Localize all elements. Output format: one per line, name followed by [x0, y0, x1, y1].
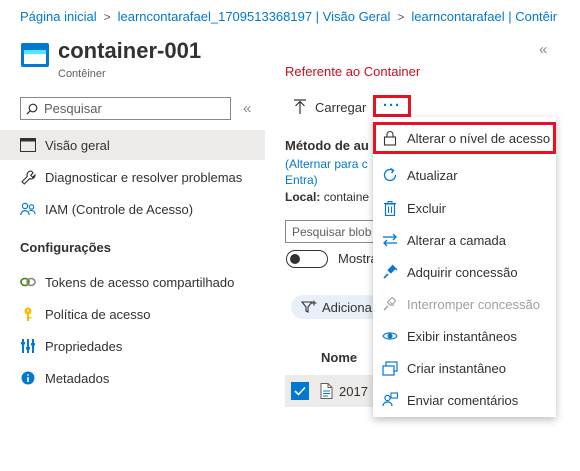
sidebar-item-label: Propriedades	[45, 338, 123, 354]
swap-icon	[381, 231, 399, 249]
sidebar-item-iam[interactable]: IAM (Controle de Acesso)	[0, 194, 265, 224]
info-icon	[20, 370, 36, 386]
sidebar-item-label: Visão geral	[45, 137, 110, 153]
more-actions-menu: Alterar o nível de acesso Atualizar Excl…	[373, 117, 556, 417]
more-actions-button[interactable]: ···	[373, 95, 411, 117]
section-header: Referente ao Container	[285, 64, 421, 79]
menu-item-refresh[interactable]: Atualizar	[373, 159, 556, 191]
breadcrumb-home[interactable]: Página inicial	[20, 9, 97, 24]
auth-method-label: Método de au	[285, 138, 369, 153]
menu-item-change-access-level[interactable]: Alterar o nível de acesso	[373, 122, 556, 154]
upload-button[interactable]: Carregar	[293, 99, 366, 115]
lock-icon	[381, 129, 399, 147]
breadcrumb-storage-account-overview[interactable]: learncontarafael_1709513368197 | Visão G…	[118, 9, 391, 24]
overview-icon	[20, 137, 36, 153]
sidebar-search[interactable]	[20, 97, 231, 120]
feedback-icon	[381, 391, 399, 409]
upload-icon	[294, 99, 306, 114]
breadcrumb-separator: >	[397, 9, 405, 24]
menu-item-label: Alterar a camada	[407, 232, 506, 248]
sidebar-item-access-policy[interactable]: Política de acesso	[0, 299, 265, 329]
sidebar-item-diagnose[interactable]: Diagnosticar e resolver problemas	[0, 162, 265, 192]
sidebar-item-label: Tokens de acesso compartilhado	[45, 274, 235, 290]
file-name: 2017	[339, 383, 368, 399]
location-line: Local: containe	[285, 190, 369, 204]
upload-label: Carregar	[315, 99, 367, 115]
menu-item-view-snapshots[interactable]: Exibir instantâneos	[373, 320, 556, 352]
filter-add-icon	[301, 300, 317, 313]
container-icon	[21, 43, 49, 67]
file-icon	[320, 383, 333, 399]
people-icon	[20, 201, 36, 217]
sidebar-item-properties[interactable]: Propriedades	[0, 331, 265, 361]
sidebar-section-settings: Configurações	[20, 240, 112, 255]
collapse-panel-button[interactable]: «	[539, 41, 547, 58]
wrench-icon	[20, 169, 36, 185]
add-filter-button[interactable]: Adiciona	[291, 295, 381, 319]
menu-item-label: Enviar comentários	[407, 392, 519, 408]
sidebar-item-label: Metadados	[45, 370, 110, 386]
snapshot-icon	[381, 359, 399, 377]
menu-item-create-snapshot[interactable]: Criar instantâneo	[373, 352, 556, 384]
menu-item-label: Criar instantâneo	[407, 360, 506, 376]
location-label: Local:	[285, 190, 321, 204]
page-subtitle: Contêiner	[58, 68, 106, 80]
menu-item-label: Atualizar	[407, 167, 458, 183]
show-deleted-toggle[interactable]	[286, 250, 328, 268]
menu-item-label: Exibir instantâneos	[407, 328, 517, 344]
menu-item-label: Adquirir concessão	[407, 264, 518, 280]
switch-auth-link[interactable]: (Alternar para c Entra)	[285, 156, 375, 188]
toggle-knob	[290, 254, 300, 264]
menu-item-label: Alterar o nível de acesso	[407, 130, 551, 146]
collapse-sidebar-button[interactable]: «	[243, 100, 251, 117]
sidebar-item-overview[interactable]: Visão geral	[0, 130, 265, 160]
breadcrumb-separator: >	[103, 9, 111, 24]
sidebar-search-input[interactable]	[44, 101, 224, 116]
eye-icon	[381, 327, 399, 345]
sidebar-item-label: Diagnosticar e resolver problemas	[45, 169, 243, 185]
sidebar-item-metadata[interactable]: Metadados	[0, 363, 265, 393]
sidebar-item-label: Política de acesso	[45, 306, 151, 322]
page-header: container-001 Contêiner	[20, 38, 201, 80]
menu-item-acquire-lease[interactable]: Adquirir concessão	[373, 256, 556, 288]
page-title: container-001	[58, 38, 202, 63]
blob-search-input[interactable]: Pesquisar blob	[285, 220, 385, 243]
menu-item-label: Excluir	[407, 200, 447, 216]
key-icon	[20, 306, 36, 322]
toggle-label: Mostra	[338, 251, 378, 266]
column-header-name[interactable]: Nome	[321, 350, 357, 365]
table-row[interactable]: 2017	[285, 375, 380, 407]
link-icon	[20, 274, 36, 290]
menu-item-send-feedback[interactable]: Enviar comentários	[373, 384, 556, 416]
breadcrumb-containers[interactable]: learncontarafael | Contêir	[411, 9, 557, 24]
refresh-icon	[381, 166, 399, 184]
menu-item-label: Interromper concessão	[407, 296, 540, 312]
break-lease-icon	[381, 295, 399, 313]
checkmark-icon	[294, 386, 306, 396]
location-value: containe	[323, 190, 370, 204]
properties-icon	[20, 338, 36, 354]
acquire-lease-icon	[381, 263, 399, 281]
trash-icon	[381, 199, 399, 217]
menu-item-break-lease[interactable]: Interromper concessão	[373, 288, 556, 320]
add-filter-label: Adiciona	[322, 299, 372, 315]
sidebar-item-shared-access-tokens[interactable]: Tokens de acesso compartilhado	[0, 267, 265, 297]
sidebar-item-label: IAM (Controle de Acesso)	[45, 201, 194, 217]
menu-item-delete[interactable]: Excluir	[373, 192, 556, 224]
menu-item-change-tier[interactable]: Alterar a camada	[373, 224, 556, 256]
search-icon	[26, 103, 38, 114]
row-checkbox[interactable]	[291, 382, 309, 400]
breadcrumb: Página inicial > learncontarafael_170951…	[20, 9, 557, 24]
